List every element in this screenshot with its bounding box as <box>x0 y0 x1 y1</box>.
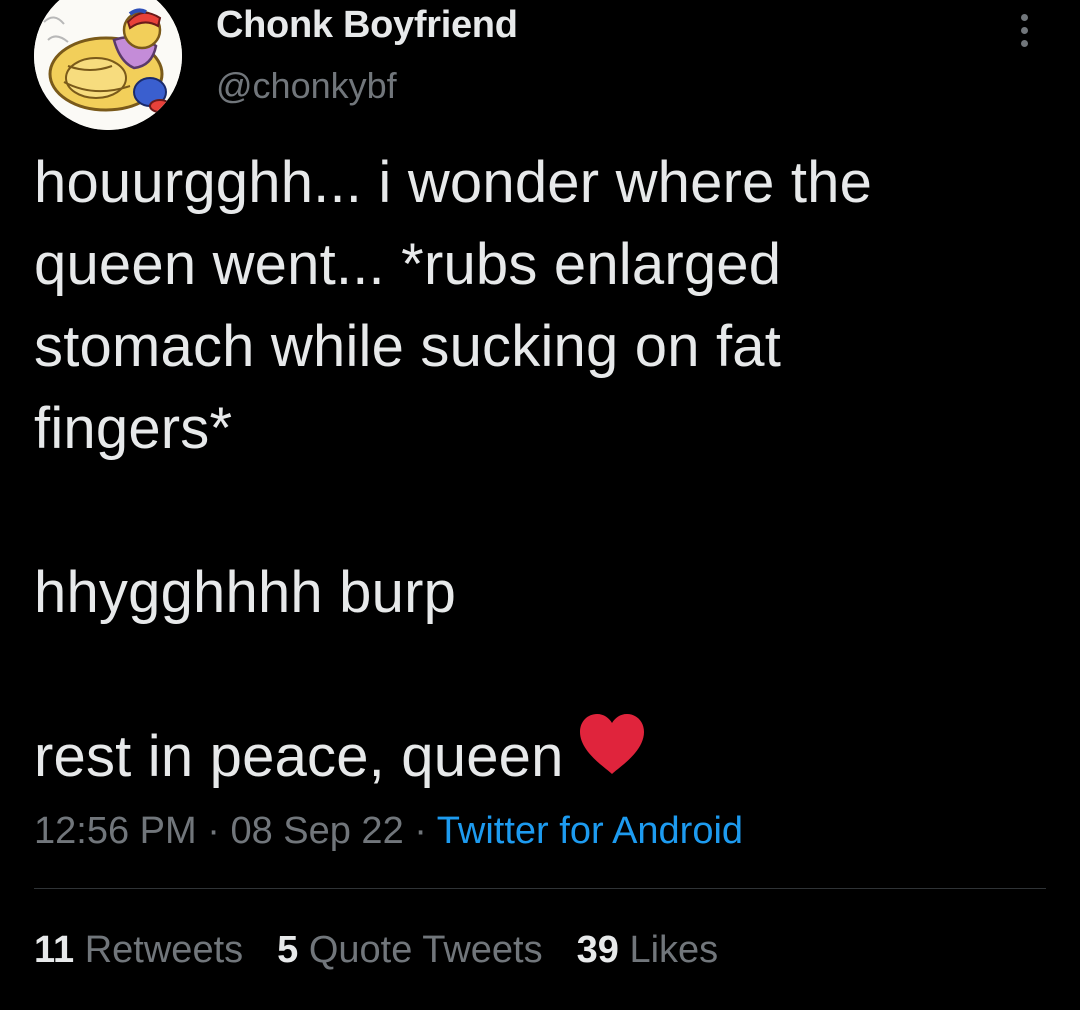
tweet-date[interactable]: 08 Sep 22 <box>230 810 403 852</box>
quote-tweets-label: Quote Tweets <box>308 929 543 971</box>
tweet-detail: Chonk Boyfriend @chonkybf houurgghh... i… <box>0 0 1080 1010</box>
more-dots-icon <box>1020 39 1028 47</box>
tweet-source-link[interactable]: Twitter for Android <box>437 810 743 852</box>
quote-tweets-stat[interactable]: 5 Quote Tweets <box>277 925 542 975</box>
more-dots-icon <box>1020 26 1028 34</box>
meta-separator: · <box>207 810 220 852</box>
tweet-stats: 11 Retweets 5 Quote Tweets 39 Likes <box>34 925 718 975</box>
tweet-text-line: houurgghh... i wonder where the <box>34 150 873 215</box>
tweet-text-line: rest in peace, queen <box>34 724 564 789</box>
more-dots-icon <box>1020 13 1028 21</box>
divider <box>34 888 1046 889</box>
likes-label: Likes <box>629 929 719 971</box>
quote-tweets-count: 5 <box>277 929 299 971</box>
tweet-author[interactable]: Chonk Boyfriend @chonkybf <box>216 2 518 108</box>
user-handle[interactable]: @chonkybf <box>216 64 518 108</box>
cartoon-avatar-icon <box>34 0 182 130</box>
retweets-stat[interactable]: 11 Retweets <box>34 925 243 975</box>
retweets-label: Retweets <box>84 929 244 971</box>
tweet-text-line: stomach while sucking on fat <box>34 314 782 379</box>
likes-stat[interactable]: 39 Likes <box>577 925 719 975</box>
avatar[interactable] <box>34 0 182 130</box>
tweet-text-line-with-emoji: rest in peace, queen <box>34 713 1044 804</box>
tweet-time[interactable]: 12:56 PM <box>34 810 197 852</box>
tweet-text: houurgghh... i wonder where the queen we… <box>34 142 1044 804</box>
display-name[interactable]: Chonk Boyfriend <box>216 2 518 48</box>
tweet-metadata: 12:56 PM · 08 Sep 22 · Twitter for Andro… <box>34 806 743 856</box>
tweet-text-line: hhygghhhh burp <box>34 560 457 625</box>
red-heart-icon <box>576 712 648 798</box>
more-options-button[interactable] <box>1004 8 1044 52</box>
meta-separator: · <box>414 810 427 852</box>
likes-count: 39 <box>576 929 619 971</box>
retweets-count: 11 <box>34 929 75 971</box>
tweet-text-line: queen went... *rubs enlarged <box>34 232 782 297</box>
tweet-text-line: fingers* <box>34 396 233 461</box>
